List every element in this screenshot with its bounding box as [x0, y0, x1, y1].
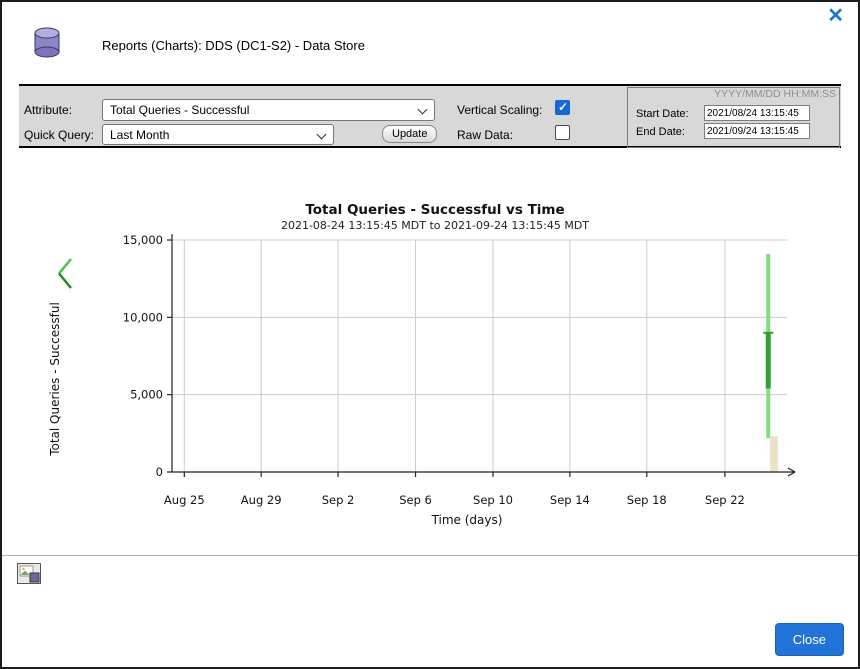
save-chart-image-icon[interactable] [17, 563, 41, 589]
data-store-icon [28, 24, 66, 65]
svg-text:Sep 6: Sep 6 [399, 493, 432, 507]
svg-text:Aug 29: Aug 29 [241, 493, 282, 507]
update-button[interactable]: Update [382, 125, 437, 143]
chart-canvas: Aug 25 Aug 29 Sep 2 Sep 6 Sep 10 Sep 14 Sep 18… [2, 192, 860, 542]
end-date-label: End Date: [636, 126, 685, 138]
footer-divider [2, 555, 858, 556]
svg-text:Sep 14: Sep 14 [550, 493, 590, 507]
vertical-scaling-label: Vertical Scaling: [457, 103, 542, 117]
date-format-hint: YYYY/MM/DD HH:MM:SS [714, 88, 836, 100]
svg-text:2021-08-24 13:15:45 MDT to 202: 2021-08-24 13:15:45 MDT to 2021-09-24 13… [281, 219, 589, 232]
quick-query-select-value: Last Month [110, 128, 169, 142]
svg-text:Sep 22: Sep 22 [705, 493, 745, 507]
quick-query-select[interactable]: Last Month [102, 124, 334, 145]
svg-text:Sep 2: Sep 2 [322, 493, 355, 507]
svg-text:5,000: 5,000 [130, 388, 163, 402]
raw-data-label: Raw Data: [457, 128, 513, 142]
svg-text:Time (days): Time (days) [431, 513, 503, 527]
reports-chart-dialog: Reports (Charts): DDS (DC1-S2) - Data St… [0, 0, 860, 669]
date-range-group: YYYY/MM/DD HH:MM:SS Start Date: End Date… [627, 87, 840, 148]
dialog-title: Reports (Charts): DDS (DC1-S2) - Data St… [102, 38, 365, 53]
svg-text:Total Queries - Successful: Total Queries - Successful [48, 302, 62, 457]
svg-text:Aug 25: Aug 25 [164, 493, 205, 507]
svg-text:Total Queries - Successful vs: Total Queries - Successful vs Time [305, 202, 564, 218]
svg-text:Sep 18: Sep 18 [627, 493, 667, 507]
toolbar: Attribute: Total Queries - Successful Qu… [19, 84, 841, 148]
start-date-label: Start Date: [636, 108, 689, 120]
close-button[interactable]: Close [775, 623, 844, 656]
svg-text:0: 0 [156, 465, 163, 479]
attribute-select[interactable]: Total Queries - Successful [102, 99, 435, 121]
chevron-down-icon [418, 105, 428, 115]
raw-data-checkbox[interactable] [555, 125, 570, 140]
vertical-scaling-checkbox[interactable] [555, 100, 570, 115]
close-icon[interactable]: ✕ [827, 6, 844, 26]
svg-text:Sep 10: Sep 10 [473, 493, 513, 507]
attribute-select-value: Total Queries - Successful [110, 103, 249, 117]
svg-text:10,000: 10,000 [123, 310, 163, 324]
chevron-down-icon [317, 130, 327, 140]
attribute-label: Attribute: [24, 103, 72, 117]
quick-query-label: Quick Query: [24, 128, 94, 142]
end-date-input[interactable] [704, 123, 810, 139]
start-date-input[interactable] [704, 105, 810, 121]
svg-text:15,000: 15,000 [123, 233, 163, 247]
